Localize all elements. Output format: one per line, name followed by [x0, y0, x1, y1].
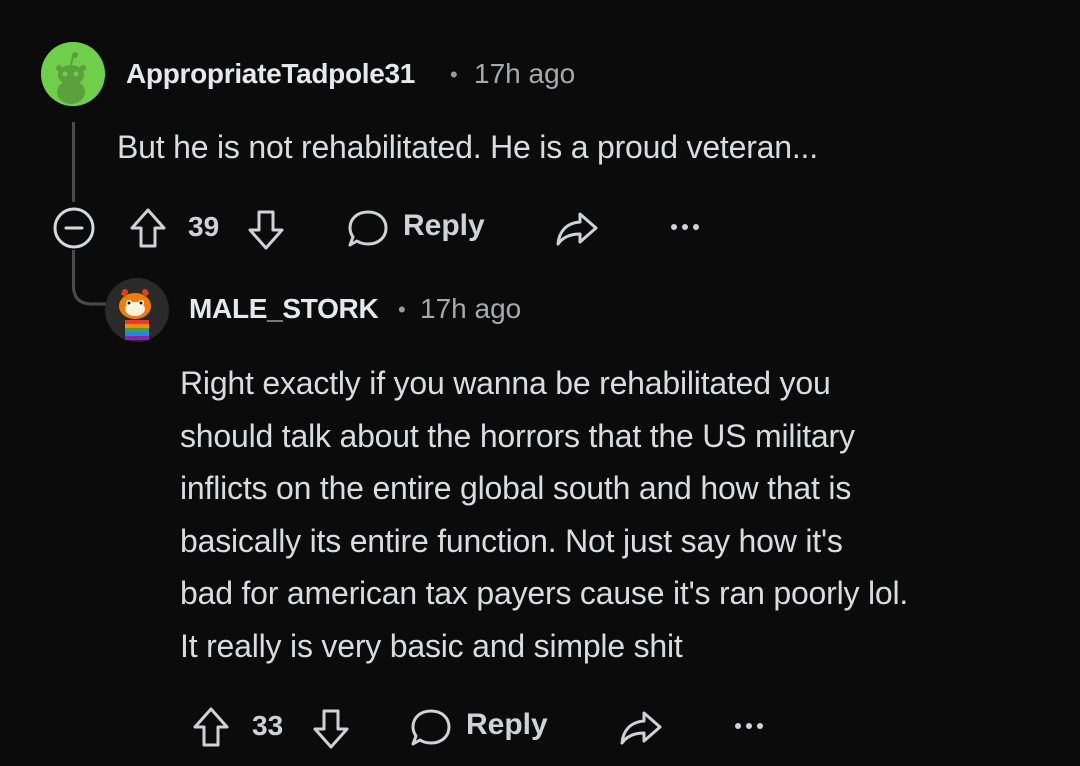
collapse-icon[interactable]	[52, 206, 96, 250]
comment-line: should talk about the horrors that the U…	[180, 417, 855, 454]
comment-line: inflicts on the entire global south and …	[180, 470, 852, 506]
separator-dot: •	[398, 297, 406, 322]
avatar[interactable]	[41, 42, 105, 106]
comment-body: Right exactly if you wanna be rehabilita…	[180, 357, 908, 672]
snoo-avatar-icon	[105, 278, 169, 342]
comment-thread: AppropriateTadpole31 • 17h ago But he is…	[0, 0, 1080, 766]
username[interactable]: AppropriateTadpole31	[126, 58, 415, 90]
timestamp: 17h ago	[474, 58, 576, 89]
vote-count: 33	[252, 710, 284, 741]
thread-curve	[72, 270, 108, 306]
reply-button[interactable]: Reply	[466, 708, 548, 742]
speech-bubble-icon[interactable]	[346, 208, 390, 250]
reply-button[interactable]: Reply	[403, 209, 485, 243]
arrow-down-icon[interactable]	[311, 707, 351, 751]
share-arrow-icon[interactable]	[618, 707, 664, 747]
comment-line: bad for american tax payers cause it's r…	[180, 575, 909, 611]
avatar[interactable]	[105, 278, 169, 342]
arrow-up-icon[interactable]	[128, 206, 168, 250]
comment-line: Right exactly if you wanna be rehabilita…	[180, 365, 831, 401]
share-arrow-icon[interactable]	[554, 208, 600, 248]
snoo-avatar-icon	[41, 42, 105, 106]
more-dots-icon[interactable]	[732, 719, 766, 733]
arrow-up-icon[interactable]	[191, 705, 231, 749]
thread-line[interactable]	[72, 122, 75, 202]
speech-bubble-icon[interactable]	[409, 707, 453, 749]
separator-dot: •	[450, 62, 458, 87]
more-dots-icon[interactable]	[668, 220, 702, 234]
comment-line: It really is very basic and simple shit	[180, 627, 683, 664]
arrow-down-icon[interactable]	[246, 208, 286, 252]
timestamp: 17h ago	[420, 293, 522, 324]
comment-body: But he is not rehabilitated. He is a pro…	[117, 129, 818, 165]
vote-count: 39	[188, 211, 220, 242]
username[interactable]: MALE_STORK	[189, 293, 379, 325]
comment-line: basically its entire function. Not just …	[180, 522, 843, 559]
